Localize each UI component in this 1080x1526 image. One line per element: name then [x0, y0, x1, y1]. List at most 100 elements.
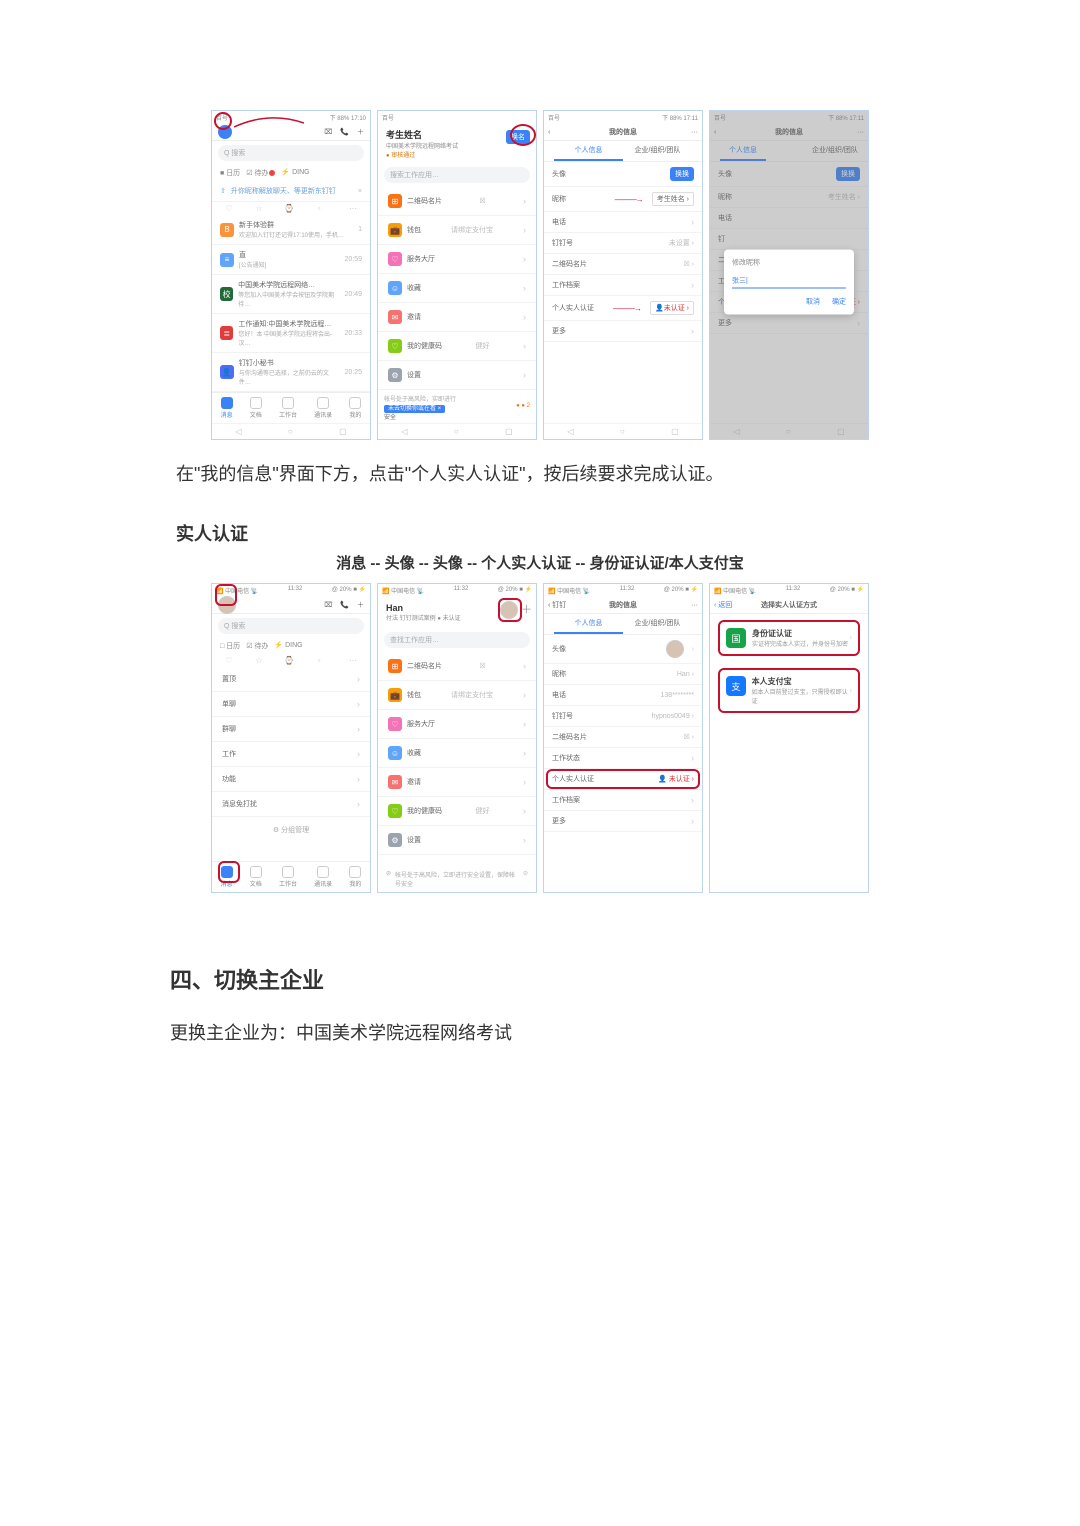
menu-func[interactable]: 功能: [212, 767, 370, 792]
bottom-nav[interactable]: 消息 文档 工作台 通讯录 我的: [212, 861, 370, 892]
back-icon[interactable]: ‹ 返回: [714, 600, 732, 610]
row-phone[interactable]: 电话138********: [544, 685, 702, 706]
menu-pin[interactable]: 置顶: [212, 667, 370, 692]
page-header: ‹ 钉钉 我的信息 ···: [544, 597, 702, 614]
call-icon[interactable]: 📞: [340, 601, 349, 609]
info-tabs[interactable]: 个人信息企业/组织/团队: [710, 141, 868, 162]
phone-2-2: 📶 中国电信 📡11:32@ 20% ■ ⚡ Han 付法 钉钉测试案例 ● 未…: [377, 583, 537, 893]
row-more[interactable]: 更多: [544, 811, 702, 832]
menu-health[interactable]: ♡我的健康码健好: [378, 797, 536, 826]
cancel-button[interactable]: 取消: [806, 296, 820, 306]
menu-single[interactable]: 单聊: [212, 692, 370, 717]
row-qrcode[interactable]: 二维码名片☒ ›: [544, 727, 702, 748]
row-workstatus[interactable]: 工作状态: [544, 748, 702, 769]
menu-service[interactable]: ♡服务大厅: [378, 710, 536, 739]
avatar-icon[interactable]: [218, 596, 236, 614]
section-4-heading: 四、切换主企业: [170, 963, 910, 995]
status-bar: 📶 中国电信 📡11:32@ 20% ■ ⚡: [212, 584, 370, 597]
plus-icon[interactable]: ＋: [521, 601, 532, 617]
work-search[interactable]: 查找工作应用…: [384, 632, 530, 648]
menu-qrcode[interactable]: ⊞二维码名片☒: [378, 652, 536, 681]
back-icon[interactable]: ‹: [714, 129, 716, 136]
more-icon[interactable]: ···: [691, 129, 698, 136]
more-icon[interactable]: ···: [857, 129, 864, 136]
status-bar: 📶 中国电信 📡11:32@ 20% ■ ⚡: [378, 584, 536, 597]
info-tabs[interactable]: 个人信息企业/组织/团队: [544, 141, 702, 162]
menu-fav[interactable]: ☺收藏: [378, 274, 536, 303]
row-nickname[interactable]: 昵称———→考生姓名 ›: [544, 187, 702, 212]
profile-header: Han 付法 钉钉测试案例 ● 未认证 ＋: [378, 597, 536, 628]
avatar-icon[interactable]: [218, 125, 232, 139]
android-nav[interactable]: ◁○▢: [378, 423, 536, 439]
android-nav[interactable]: ◁○▢: [212, 423, 370, 439]
idcard-icon: 国: [726, 628, 746, 648]
org-status: ● 审核通过: [386, 150, 528, 159]
manage-groups[interactable]: ⚙ 分组管理: [212, 817, 370, 843]
row-phone[interactable]: 电话: [710, 208, 868, 229]
row-more[interactable]: 更多: [544, 321, 702, 342]
info-tabs[interactable]: 个人信息企业/组织/团队: [544, 614, 702, 635]
menu-wallet[interactable]: 💼钱包请绑定支付宝: [378, 681, 536, 710]
row-nickname[interactable]: 昵称考生姓名 ›: [710, 187, 868, 208]
search-input[interactable]: Q 搜索: [218, 145, 364, 161]
back-icon[interactable]: ‹: [548, 129, 550, 136]
row-verify[interactable]: 个人实人认证———→👤未认证 ›: [544, 296, 702, 321]
idcard-option[interactable]: 国 身份证认证实证将完成本人实过，并身份号加密: [718, 620, 860, 656]
quick-icons[interactable]: ♡☆⌚▫···: [212, 202, 370, 215]
chat-header: ⌧ 📞 ＋: [212, 124, 370, 141]
chat-item[interactable]: 👤钉钉小秘书与你沟通等已选择，之前仍云的文件…20:25: [212, 353, 370, 392]
menu-settings[interactable]: ⚙设置: [378, 361, 536, 390]
menu-health[interactable]: ♡我的健康码健好: [378, 332, 536, 361]
scan-icon[interactable]: ⌧: [324, 128, 332, 136]
chat-item[interactable]: B新手体验群欢迎加入钉钉还记得17:10使用，手机…1: [212, 215, 370, 245]
row-qrcode[interactable]: 二维码名片☒ ›: [544, 254, 702, 275]
menu-invite[interactable]: ✉邀请: [378, 768, 536, 797]
plus-icon[interactable]: ＋: [357, 600, 364, 610]
chat-item[interactable]: ≣工作通知:中国美术学院远程…您好！本 中国美术学院远程将会出-汉…20:33: [212, 314, 370, 353]
menu-group[interactable]: 群聊: [212, 717, 370, 742]
row-nickname[interactable]: 昵称Han ›: [544, 664, 702, 685]
menu-qrcode[interactable]: ⊞二维码名片☒: [378, 187, 536, 216]
android-nav[interactable]: ◁○▢: [544, 423, 702, 439]
row-more[interactable]: 更多: [710, 313, 868, 334]
row-dingid[interactable]: 钉钉号hypnos0049 ›: [544, 706, 702, 727]
nickname-input[interactable]: 张三|: [732, 273, 846, 288]
work-search[interactable]: 搜索工作应用…: [384, 167, 530, 183]
security-tip: ⊘帐号处于高风险，立即进行安全设置，保障帐号安全⊘: [378, 866, 536, 892]
menu-dnd[interactable]: 消息免打扰: [212, 792, 370, 817]
change-name-button[interactable]: 换名: [506, 130, 530, 144]
row-avatar[interactable]: 头像换换: [544, 162, 702, 187]
banner-upgrade[interactable]: ⇧升你昵称解放聊天、等更新东钉钉×: [212, 181, 370, 202]
call-icon[interactable]: 📞: [340, 128, 349, 136]
row-avatar[interactable]: 头像换换: [710, 162, 868, 187]
back-icon[interactable]: ‹ 钉钉: [548, 600, 566, 610]
me-menu: ⊞二维码名片☒ 💼钱包请绑定支付宝 ♡服务大厅 ☺收藏 ✉邀请 ♡我的健康码健好…: [378, 652, 536, 866]
row-phone[interactable]: 电话: [544, 212, 702, 233]
menu-invite[interactable]: ✉邀请: [378, 303, 536, 332]
scan-icon[interactable]: ⌧: [324, 601, 332, 609]
row-workfile[interactable]: 工作档案: [544, 275, 702, 296]
ok-button[interactable]: 确定: [832, 296, 846, 306]
more-icon[interactable]: ···: [691, 602, 698, 609]
chat-item[interactable]: 校中国美术学院远程网络…等您加入中国美术学会按钮及学院期待…20:49: [212, 275, 370, 314]
row-workfile[interactable]: 工作档案: [544, 790, 702, 811]
menu-work[interactable]: 工作: [212, 742, 370, 767]
android-nav[interactable]: ◁○▢: [710, 423, 868, 439]
quick-icons[interactable]: ♡☆⌚▫···: [212, 654, 370, 667]
alipay-option[interactable]: 支 本人支付宝如本人目前登过支宝，只需授权即认证: [718, 668, 860, 713]
plus-icon[interactable]: ＋: [357, 127, 364, 137]
menu-service[interactable]: ♡服务大厅: [378, 245, 536, 274]
row-dingid[interactable]: 钉钉号未设置 ›: [544, 233, 702, 254]
row-verify[interactable]: 个人实人认证👤 未认证 ›: [544, 769, 702, 790]
row-dingid[interactable]: 钉: [710, 229, 868, 250]
menu-wallet[interactable]: 💼钱包请绑定支付宝: [378, 216, 536, 245]
filter-tabs[interactable]: □ 日历 ☑ 待办 ⚡ DING: [212, 638, 370, 654]
row-avatar[interactable]: 头像›: [544, 635, 702, 664]
filter-tabs[interactable]: ■ 日历 ☑ 待办 ⚡ DING: [212, 165, 370, 181]
chat-item[interactable]: ≡直[公告通知]20:59: [212, 245, 370, 275]
menu-fav[interactable]: ☺收藏: [378, 739, 536, 768]
search-input[interactable]: Q 搜索: [218, 618, 364, 634]
menu-settings[interactable]: ⚙设置: [378, 826, 536, 855]
bottom-nav[interactable]: 消息 文档 工作台 通讯录 我的: [212, 392, 370, 423]
phone-1-3: 百号下 88% 17:11 ‹ 我的信息 ··· 个人信息企业/组织/团队 头像…: [543, 110, 703, 440]
